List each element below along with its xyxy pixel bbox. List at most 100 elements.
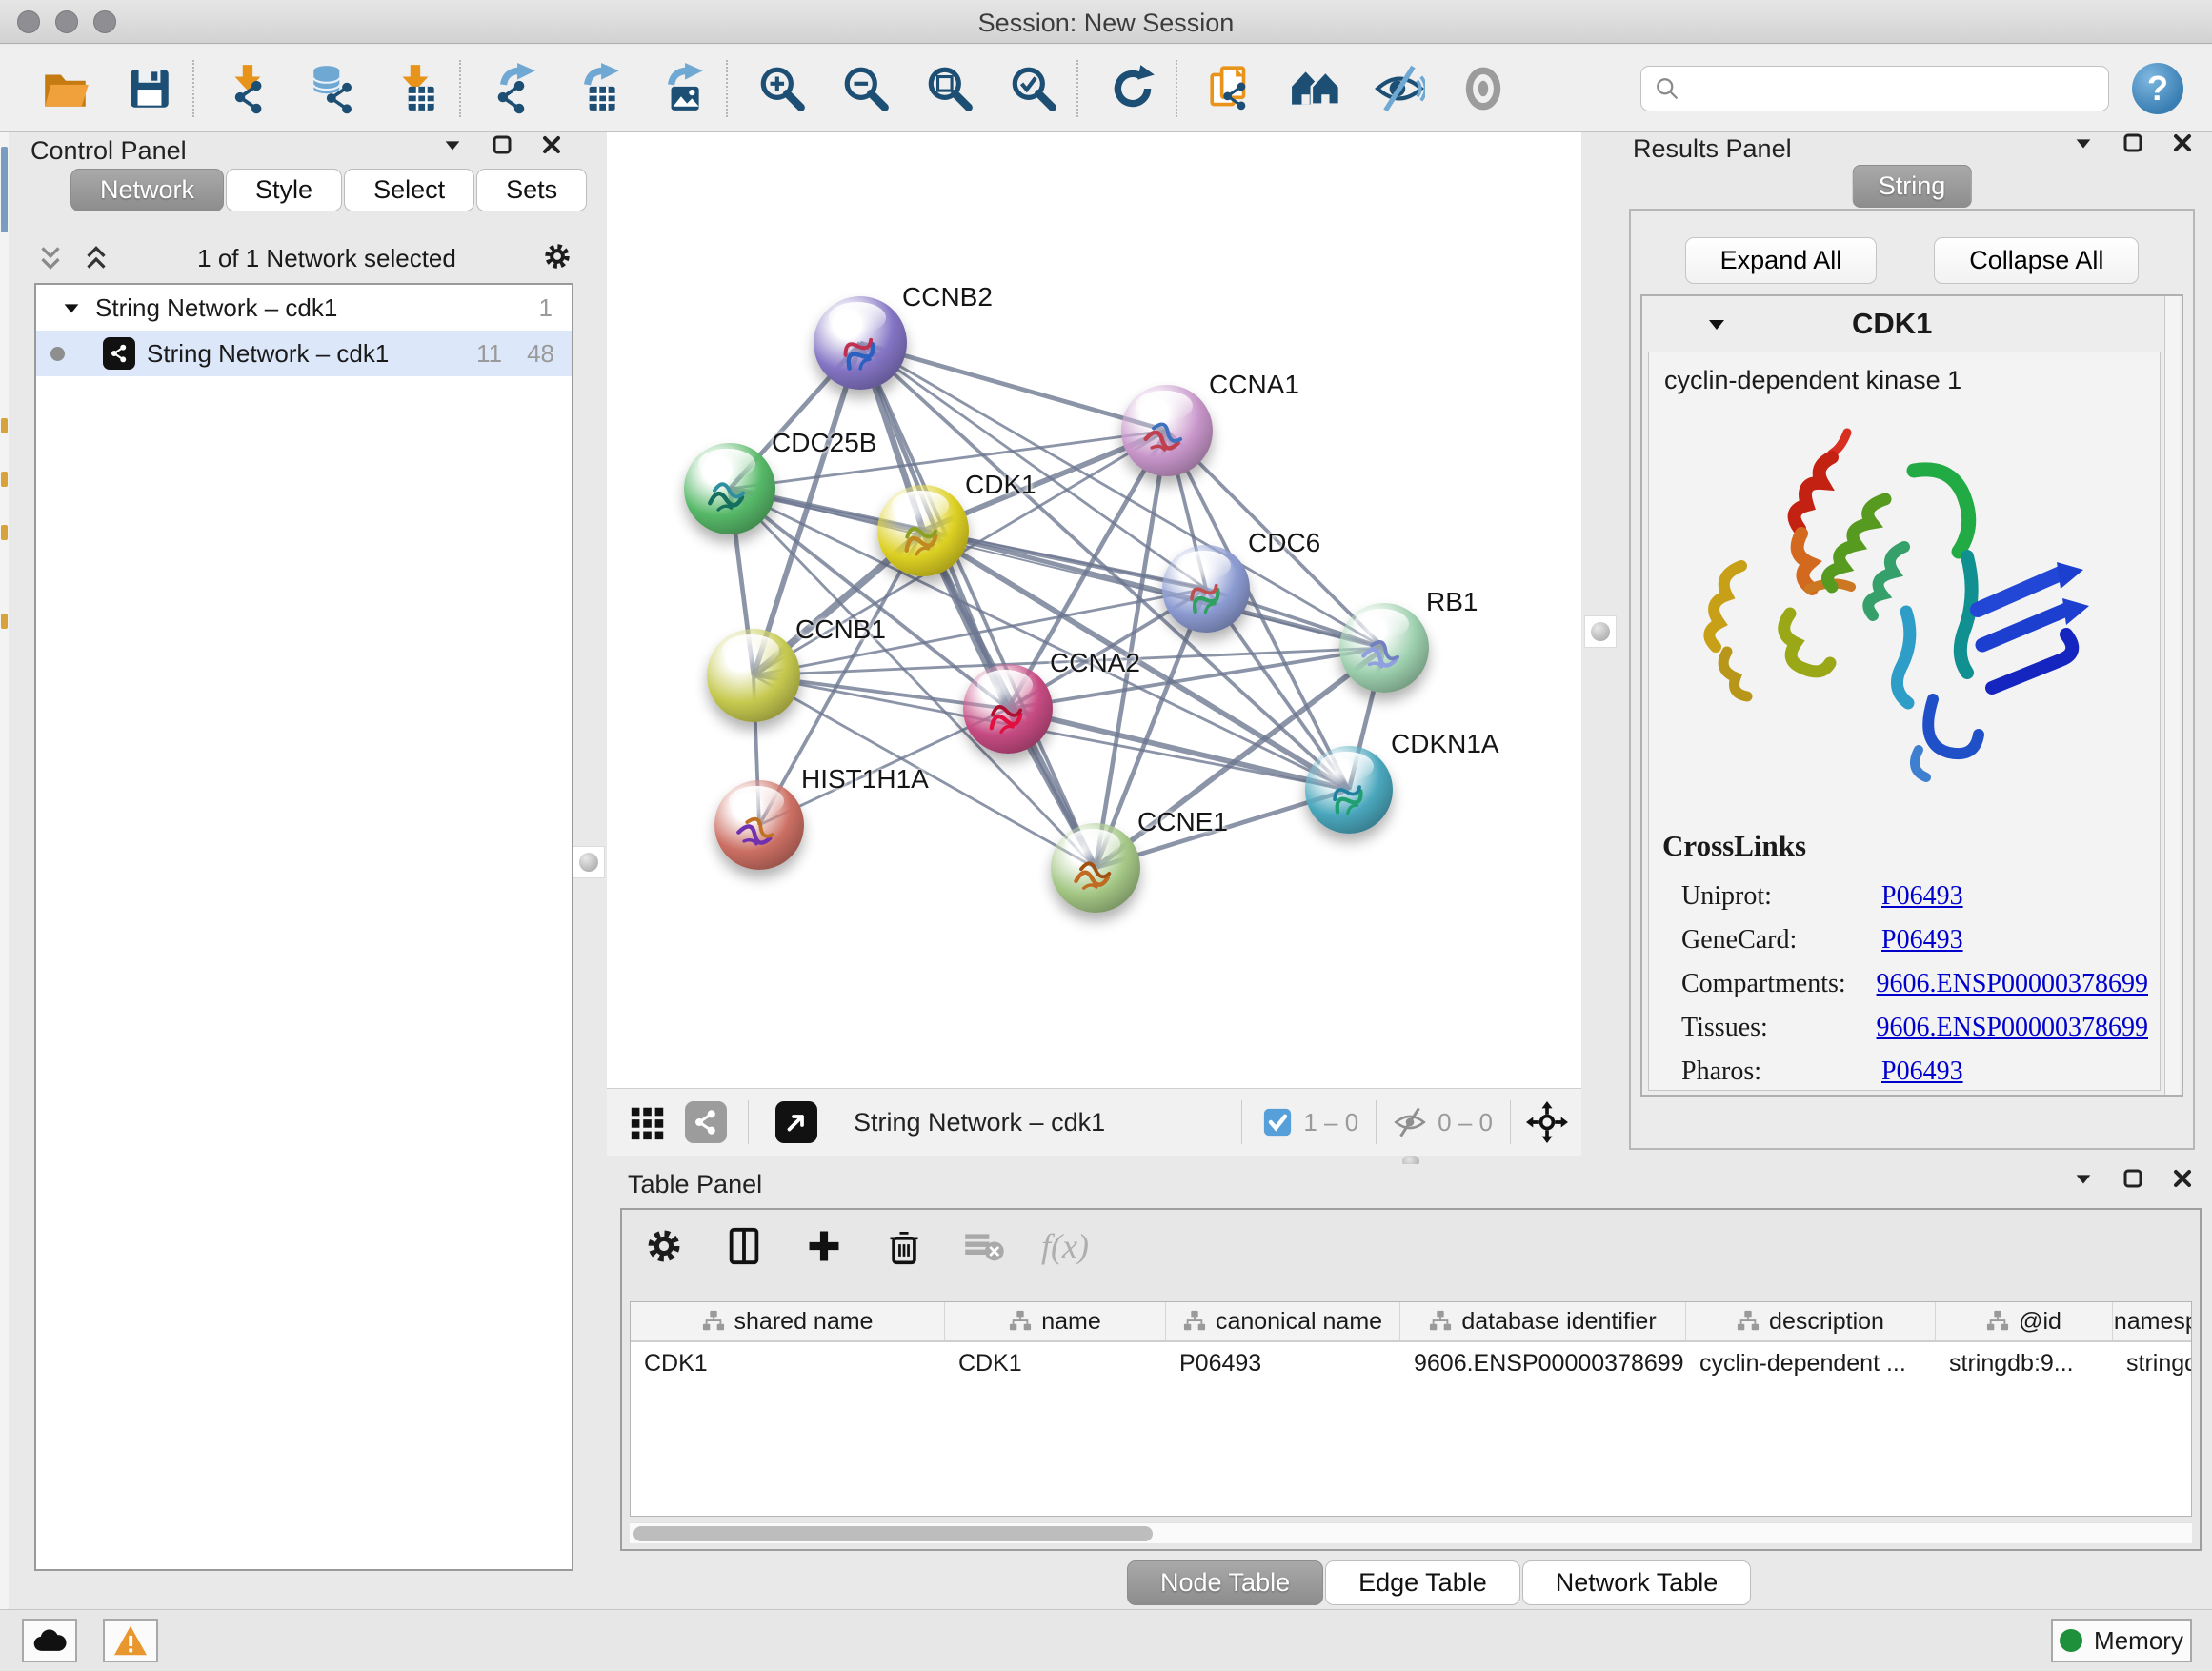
selected-checkbox-icon[interactable] (1263, 1108, 1292, 1137)
import-network-file-button[interactable] (221, 61, 276, 116)
panel-menu-icon[interactable] (2071, 131, 2096, 155)
zoom-fit-button[interactable] (922, 61, 977, 116)
collection-expand-icon[interactable] (61, 297, 82, 318)
tab-network[interactable]: Network (70, 169, 224, 211)
network-node-cdc6[interactable] (1162, 545, 1250, 633)
search-box[interactable] (1640, 66, 2109, 111)
table-cell[interactable]: CDK1 (631, 1342, 945, 1384)
crosslink-link[interactable]: P06493 (1881, 925, 1963, 956)
export-image-button[interactable] (655, 61, 711, 116)
zoom-in-button[interactable] (754, 61, 810, 116)
network-node-cdc25b[interactable] (684, 443, 775, 534)
results-scrollbar[interactable] (2164, 296, 2180, 1095)
collapse-all-icon[interactable] (34, 242, 67, 274)
save-session-button[interactable] (122, 61, 177, 116)
warnings-button[interactable] (103, 1619, 158, 1662)
column-header--id[interactable]: @id (1936, 1302, 2113, 1340)
network-node-rb1[interactable] (1339, 603, 1429, 693)
network-node-ccna2[interactable] (963, 664, 1053, 754)
tab-edge-table[interactable]: Edge Table (1325, 1560, 1520, 1605)
network-canvas[interactable]: CCNB2CCNA1CDC25BCDK1CDC6RB1CCNB1CCNA2CDK… (607, 132, 1581, 1088)
memory-button[interactable]: Memory (2051, 1619, 2192, 1662)
table-cell[interactable]: cyclin-dependent ... (1686, 1342, 1936, 1384)
close-panel-icon[interactable] (539, 132, 564, 157)
scrollbar-thumb[interactable] (633, 1526, 1153, 1541)
clear-table-icon[interactable] (961, 1223, 1007, 1269)
network-collection-row[interactable]: String Network – cdk1 1 (36, 285, 572, 331)
column-header-canonical-name[interactable]: canonical name (1166, 1302, 1400, 1340)
add-column-icon[interactable] (801, 1223, 847, 1269)
table-cell[interactable]: stringdb:9... (1936, 1342, 2113, 1384)
table-cell[interactable]: CDK1 (945, 1342, 1166, 1384)
function-builder-icon[interactable]: f(x) (1041, 1226, 1089, 1266)
table-cell[interactable]: stringdb (2113, 1342, 2192, 1384)
table-row[interactable]: CDK1CDK1P064939606.ENSP00000378699cyclin… (631, 1342, 2191, 1384)
expand-all-button[interactable]: Expand All (1685, 237, 1878, 284)
network-node-ccna1[interactable] (1121, 385, 1213, 476)
open-session-button[interactable] (38, 61, 93, 116)
tab-style[interactable]: Style (226, 169, 342, 211)
export-table-button[interactable] (572, 61, 627, 116)
results-tab-string[interactable]: String (1853, 165, 1972, 208)
crosslink-link[interactable]: 9606.ENSP00000378699 (1877, 969, 2148, 999)
network-row[interactable]: String Network – cdk1 11 48 (36, 331, 572, 376)
crosslink-link[interactable]: P06493 (1881, 881, 1963, 912)
table-options-gear-icon[interactable] (641, 1223, 687, 1269)
show-columns-icon[interactable] (721, 1223, 767, 1269)
network-node-ccne1[interactable] (1051, 823, 1140, 913)
crosslink-link[interactable]: P06493 (1881, 1057, 1963, 1087)
tab-network-table[interactable]: Network Table (1522, 1560, 1752, 1605)
gene-section-header[interactable]: CDK1 (1642, 296, 2182, 352)
string-home-button[interactable] (1288, 61, 1343, 116)
panel-menu-icon[interactable] (2071, 1166, 2096, 1191)
network-share-icon[interactable] (685, 1101, 727, 1143)
new-network-from-selection-button[interactable] (1204, 61, 1259, 116)
fit-content-crosshair-icon[interactable] (1526, 1101, 1568, 1143)
tab-select[interactable]: Select (344, 169, 474, 211)
delete-column-trash-icon[interactable] (881, 1223, 927, 1269)
column-header-name[interactable]: name (945, 1302, 1166, 1340)
tab-node-table[interactable]: Node Table (1127, 1560, 1323, 1605)
show-hidden-button[interactable] (1456, 61, 1511, 116)
panel-menu-icon[interactable] (440, 132, 465, 157)
network-options-gear-icon[interactable] (541, 240, 573, 277)
network-node-ccnb1[interactable] (707, 629, 800, 722)
network-node-ccnb2[interactable] (814, 296, 907, 390)
network-node-cdkn1a[interactable] (1305, 746, 1393, 834)
float-panel-icon[interactable] (2121, 131, 2145, 155)
import-table-button[interactable] (389, 61, 444, 116)
float-panel-icon[interactable] (2121, 1166, 2145, 1191)
collapse-all-button[interactable]: Collapse All (1934, 237, 2139, 284)
open-in-window-icon[interactable] (775, 1101, 817, 1143)
section-collapse-icon[interactable] (1705, 312, 1728, 335)
crosslink-link[interactable]: 9606.ENSP00000378699 (1877, 1013, 2148, 1043)
left-splitter-handle[interactable] (573, 846, 605, 878)
edge-ccna2-cdkn1a[interactable] (1008, 709, 1349, 790)
search-input[interactable] (1689, 75, 2097, 102)
zoom-out-button[interactable] (838, 61, 894, 116)
refresh-button[interactable] (1105, 61, 1160, 116)
table-cell[interactable]: 9606.ENSP00000378699 (1400, 1342, 1686, 1384)
network-node-hist1h1a[interactable] (714, 780, 804, 870)
column-header-namespace[interactable]: namespace (2113, 1302, 2192, 1340)
close-panel-icon[interactable] (2170, 1166, 2195, 1191)
column-header-description[interactable]: description (1686, 1302, 1936, 1340)
expand-all-icon[interactable] (80, 242, 112, 274)
network-node-cdk1[interactable] (877, 485, 969, 576)
column-header-shared-name[interactable]: shared name (631, 1302, 945, 1340)
tab-sets[interactable]: Sets (476, 169, 587, 211)
help-button[interactable]: ? (2132, 63, 2183, 114)
import-network-database-button[interactable] (305, 61, 360, 116)
hidden-eye-slash-icon[interactable] (1392, 1104, 1428, 1140)
export-network-button[interactable] (488, 61, 543, 116)
close-panel-icon[interactable] (2170, 131, 2195, 155)
table-cell[interactable]: P06493 (1166, 1342, 1400, 1384)
birds-eye-grid-icon[interactable] (628, 1102, 668, 1142)
right-splitter-handle[interactable] (1584, 615, 1617, 648)
cloud-button[interactable] (22, 1619, 77, 1662)
zoom-selected-button[interactable] (1006, 61, 1061, 116)
table-horizontal-scrollbar[interactable] (630, 1522, 2192, 1543)
float-panel-icon[interactable] (490, 132, 514, 157)
column-header-database-identifier[interactable]: database identifier (1400, 1302, 1686, 1340)
hide-selected-button[interactable] (1372, 61, 1427, 116)
